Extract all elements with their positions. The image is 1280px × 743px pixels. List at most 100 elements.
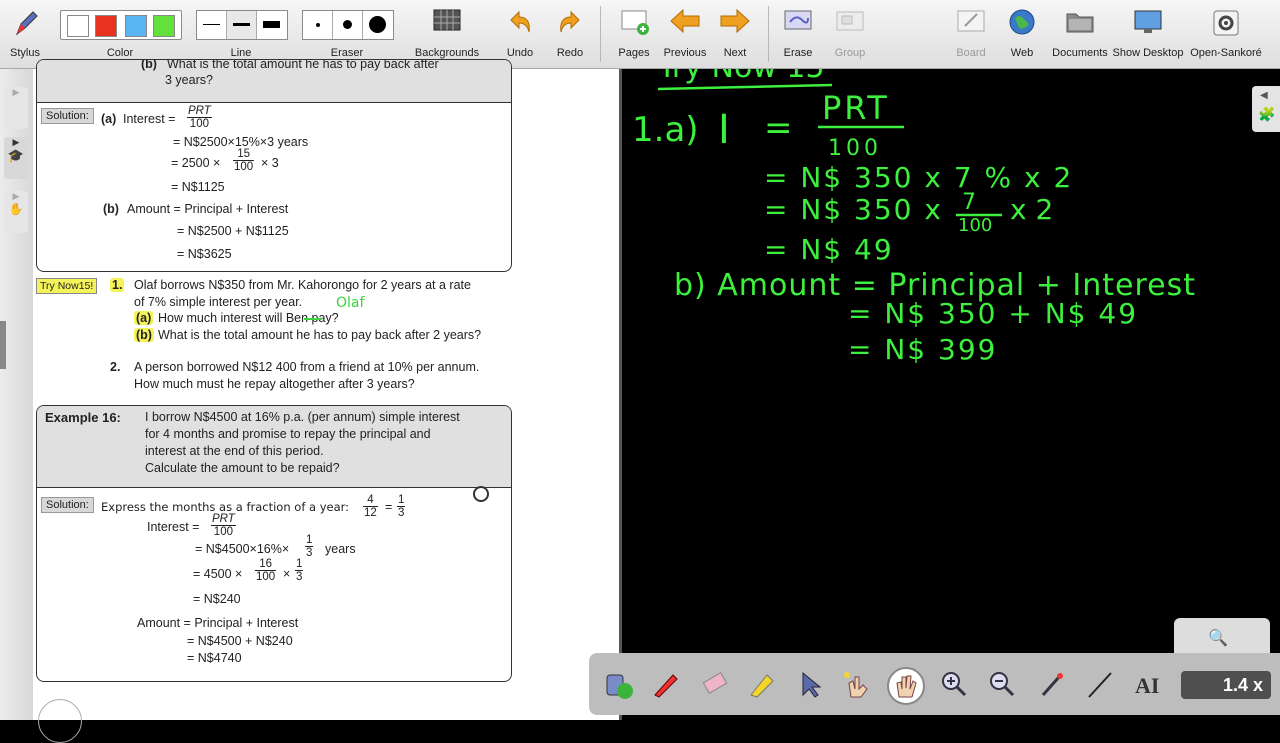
documents-button[interactable]: Documents [1048, 0, 1112, 68]
try-now-badge: Try Now15! [36, 278, 98, 294]
board-fraction-denominator: 100 [958, 215, 992, 236]
question-number: 2. [110, 360, 121, 374]
selector-tool[interactable] [793, 667, 827, 701]
equation-line: = 4500 × [193, 567, 243, 581]
eraser-label: Eraser [330, 47, 364, 59]
question-part-a: (a) [134, 311, 154, 325]
board-button[interactable]: Board [950, 0, 992, 68]
stylus-button[interactable]: Stylus [0, 0, 50, 68]
question-part-b: (b) [141, 59, 157, 71]
interest-label: Interest = [123, 112, 176, 126]
next-button[interactable]: Next [712, 0, 758, 68]
library-tab[interactable]: ◀ 🧩 [1252, 86, 1280, 132]
zoom-level-indicator: 1.4 x [1181, 671, 1271, 699]
equation-line: × 3 [261, 156, 279, 170]
line-icon [1083, 672, 1117, 705]
previous-button[interactable]: Previous [660, 0, 710, 68]
play-icon: ▶ [12, 87, 20, 97]
pages-button[interactable]: Pages [612, 0, 656, 68]
question-text: A person borrowed N$12 400 from a friend… [134, 360, 480, 374]
line-tool[interactable] [1083, 667, 1117, 701]
sidebar-play-button[interactable]: ▶ [4, 87, 28, 129]
monitor-icon [1132, 8, 1164, 39]
color-picker-tool[interactable] [601, 667, 635, 701]
board-fraction-denominator: 100 [828, 136, 882, 161]
stylus-icon [11, 8, 39, 41]
arrow-left-icon: ◀ [1260, 90, 1268, 101]
undo-button[interactable]: Undo [500, 0, 540, 68]
graduation-cap-icon: 🎓 [7, 148, 25, 163]
paint-bucket-icon [601, 674, 635, 705]
eraser-tool[interactable] [697, 667, 731, 701]
part-b-label: (b) [103, 202, 119, 216]
zoom-in-tool[interactable] [937, 667, 971, 701]
group-button[interactable]: Group [828, 0, 872, 68]
question-text: What is the total amount he has to pay b… [167, 59, 439, 71]
highlighter-icon [745, 674, 779, 705]
question-text: What is the total amount he has to pay b… [158, 328, 482, 342]
sidebar-scroll-handle[interactable] [0, 321, 6, 369]
fraction-15-100: 15 100 [233, 148, 255, 173]
question-text: How much must he repay altogether after … [134, 377, 415, 391]
fraction-1-3: 13 [295, 558, 304, 583]
sidebar-hand-button[interactable]: ▶ ✋ [4, 191, 28, 233]
grid-icon [432, 8, 462, 37]
undo-arrow-icon [505, 8, 535, 39]
prt-fraction: PRT 100 [187, 105, 212, 130]
laser-pointer-tool[interactable] [1035, 667, 1069, 701]
handwritten-annotation: Olaf [336, 295, 365, 311]
equation-line: = N$4500 + N$240 [187, 634, 293, 648]
sidebar-teacher-button[interactable]: ▶ 🎓 [4, 137, 28, 179]
svg-text:AI: AI [1135, 673, 1159, 698]
example-16-box: Example 16: I borrow N$4500 at 16% p.a. … [36, 405, 512, 682]
gear-icon [1211, 8, 1241, 41]
times-sign: × [283, 567, 291, 581]
equation-line: = N$4500×16%× [195, 542, 290, 556]
equals-sign: = [385, 500, 393, 514]
equation-line: = 2500 × [171, 156, 221, 170]
pen-tool[interactable] [649, 667, 683, 701]
equation-result: = N$3625 [177, 247, 232, 261]
zoom-out-tool[interactable] [985, 667, 1019, 701]
zoom-out-icon [985, 672, 1019, 705]
board-result-a: = N$ 49 [764, 233, 894, 266]
redo-arrow-icon [555, 8, 585, 39]
web-button[interactable]: Web [1002, 0, 1042, 68]
strike-annotation [304, 318, 322, 320]
fraction-1-3: 13 [397, 494, 406, 519]
fraction-1-3: 13 [305, 534, 314, 559]
arrow-left-icon [669, 8, 701, 37]
interact-tool[interactable] [839, 667, 873, 701]
board-result-b: = N$ 399 [848, 333, 997, 366]
open-sankore-button[interactable]: Open-Sankoré [1188, 0, 1264, 68]
hand-tool[interactable] [887, 667, 925, 705]
board-equals: = [764, 108, 793, 148]
part-a-label: (a) [101, 112, 117, 126]
erase-button[interactable]: Erase [778, 0, 818, 68]
backgrounds-button[interactable]: Backgrounds [410, 0, 484, 68]
board-step-b1: = N$ 350 + N$ 49 [848, 297, 1138, 330]
highlighter-tool[interactable] [745, 667, 779, 701]
board-interest-symbol: I [718, 107, 730, 153]
text-tool[interactable]: AI [1131, 667, 1165, 701]
globe-icon [1007, 8, 1037, 41]
interest-label: Interest = [147, 520, 200, 534]
hand-icon [889, 675, 923, 707]
equation-line: = N$2500×15%×3 years [173, 135, 309, 149]
example-label: Example 16: [45, 410, 121, 425]
stylus-palette: AI [589, 653, 1280, 715]
prt-fraction: PRT 100 [211, 513, 236, 538]
zoom-out-magnifier-icon: 🔍 [1208, 630, 1228, 647]
board-fraction-numerator: PRT [822, 89, 890, 127]
question-number: 1. [110, 278, 125, 292]
board-step-2b: x 2 [1010, 193, 1053, 226]
line-label: Line [230, 47, 252, 59]
board-step-1: = N$ 350 x 7 % x 2 [764, 161, 1073, 194]
mouse-cursor [473, 486, 489, 502]
board-part-a-label: 1.a) [632, 110, 699, 150]
library-icon: 🧩 [1258, 106, 1276, 122]
example-text: interest at the end of this period. [145, 444, 324, 458]
show-desktop-button[interactable]: Show Desktop [1112, 0, 1184, 68]
redo-button[interactable]: Redo [550, 0, 590, 68]
instruction-text: Express the months as a fraction of a ye… [101, 500, 350, 514]
